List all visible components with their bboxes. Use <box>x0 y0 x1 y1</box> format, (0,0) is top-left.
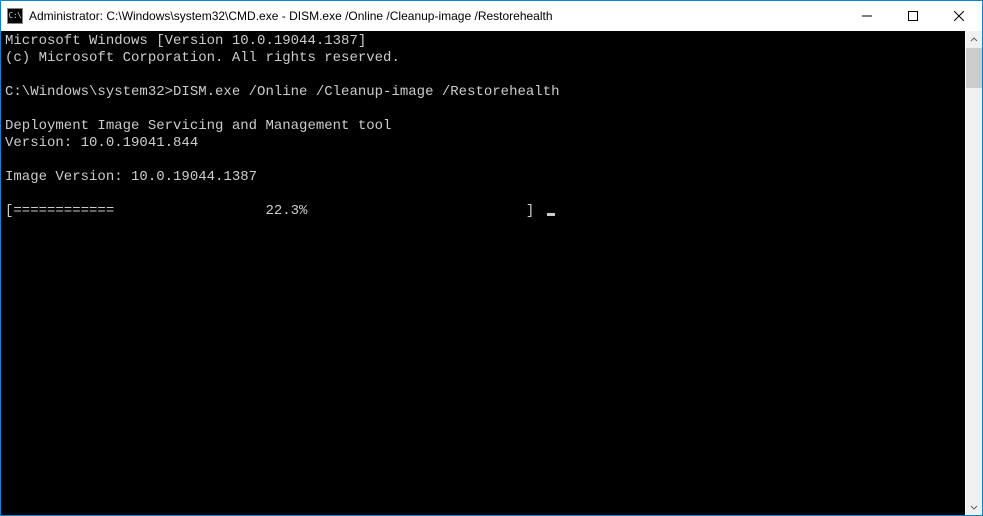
console-line: Version: 10.0.19041.844 <box>5 135 198 151</box>
scroll-track[interactable] <box>966 48 982 498</box>
close-icon <box>954 11 964 21</box>
console-line: Microsoft Windows [Version 10.0.19044.13… <box>5 33 366 49</box>
window-controls <box>844 1 982 31</box>
chevron-down-icon <box>970 503 978 511</box>
maximize-button[interactable] <box>890 1 936 31</box>
client-area: Microsoft Windows [Version 10.0.19044.13… <box>1 31 982 515</box>
console-line: (c) Microsoft Corporation. All rights re… <box>5 50 400 66</box>
progress-line: [============ 22.3% ] <box>5 203 543 219</box>
console-output[interactable]: Microsoft Windows [Version 10.0.19044.13… <box>1 31 965 515</box>
scroll-up-button[interactable] <box>966 31 982 48</box>
close-button[interactable] <box>936 1 982 31</box>
cmd-window: C:\ Administrator: C:\Windows\system32\C… <box>0 0 983 516</box>
console-line: Deployment Image Servicing and Managemen… <box>5 118 391 134</box>
vertical-scrollbar[interactable] <box>965 31 982 515</box>
console-prompt-line: C:\Windows\system32>DISM.exe /Online /Cl… <box>5 84 560 100</box>
cursor <box>547 213 555 216</box>
window-title: Administrator: C:\Windows\system32\CMD.e… <box>29 9 553 23</box>
titlebar[interactable]: C:\ Administrator: C:\Windows\system32\C… <box>1 1 982 31</box>
cmd-icon: C:\ <box>7 8 23 24</box>
scroll-thumb[interactable] <box>966 48 982 88</box>
maximize-icon <box>908 11 918 21</box>
minimize-button[interactable] <box>844 1 890 31</box>
scroll-down-button[interactable] <box>966 498 982 515</box>
minimize-icon <box>862 11 872 21</box>
console-line: Image Version: 10.0.19044.1387 <box>5 169 257 185</box>
chevron-up-icon <box>970 36 978 44</box>
